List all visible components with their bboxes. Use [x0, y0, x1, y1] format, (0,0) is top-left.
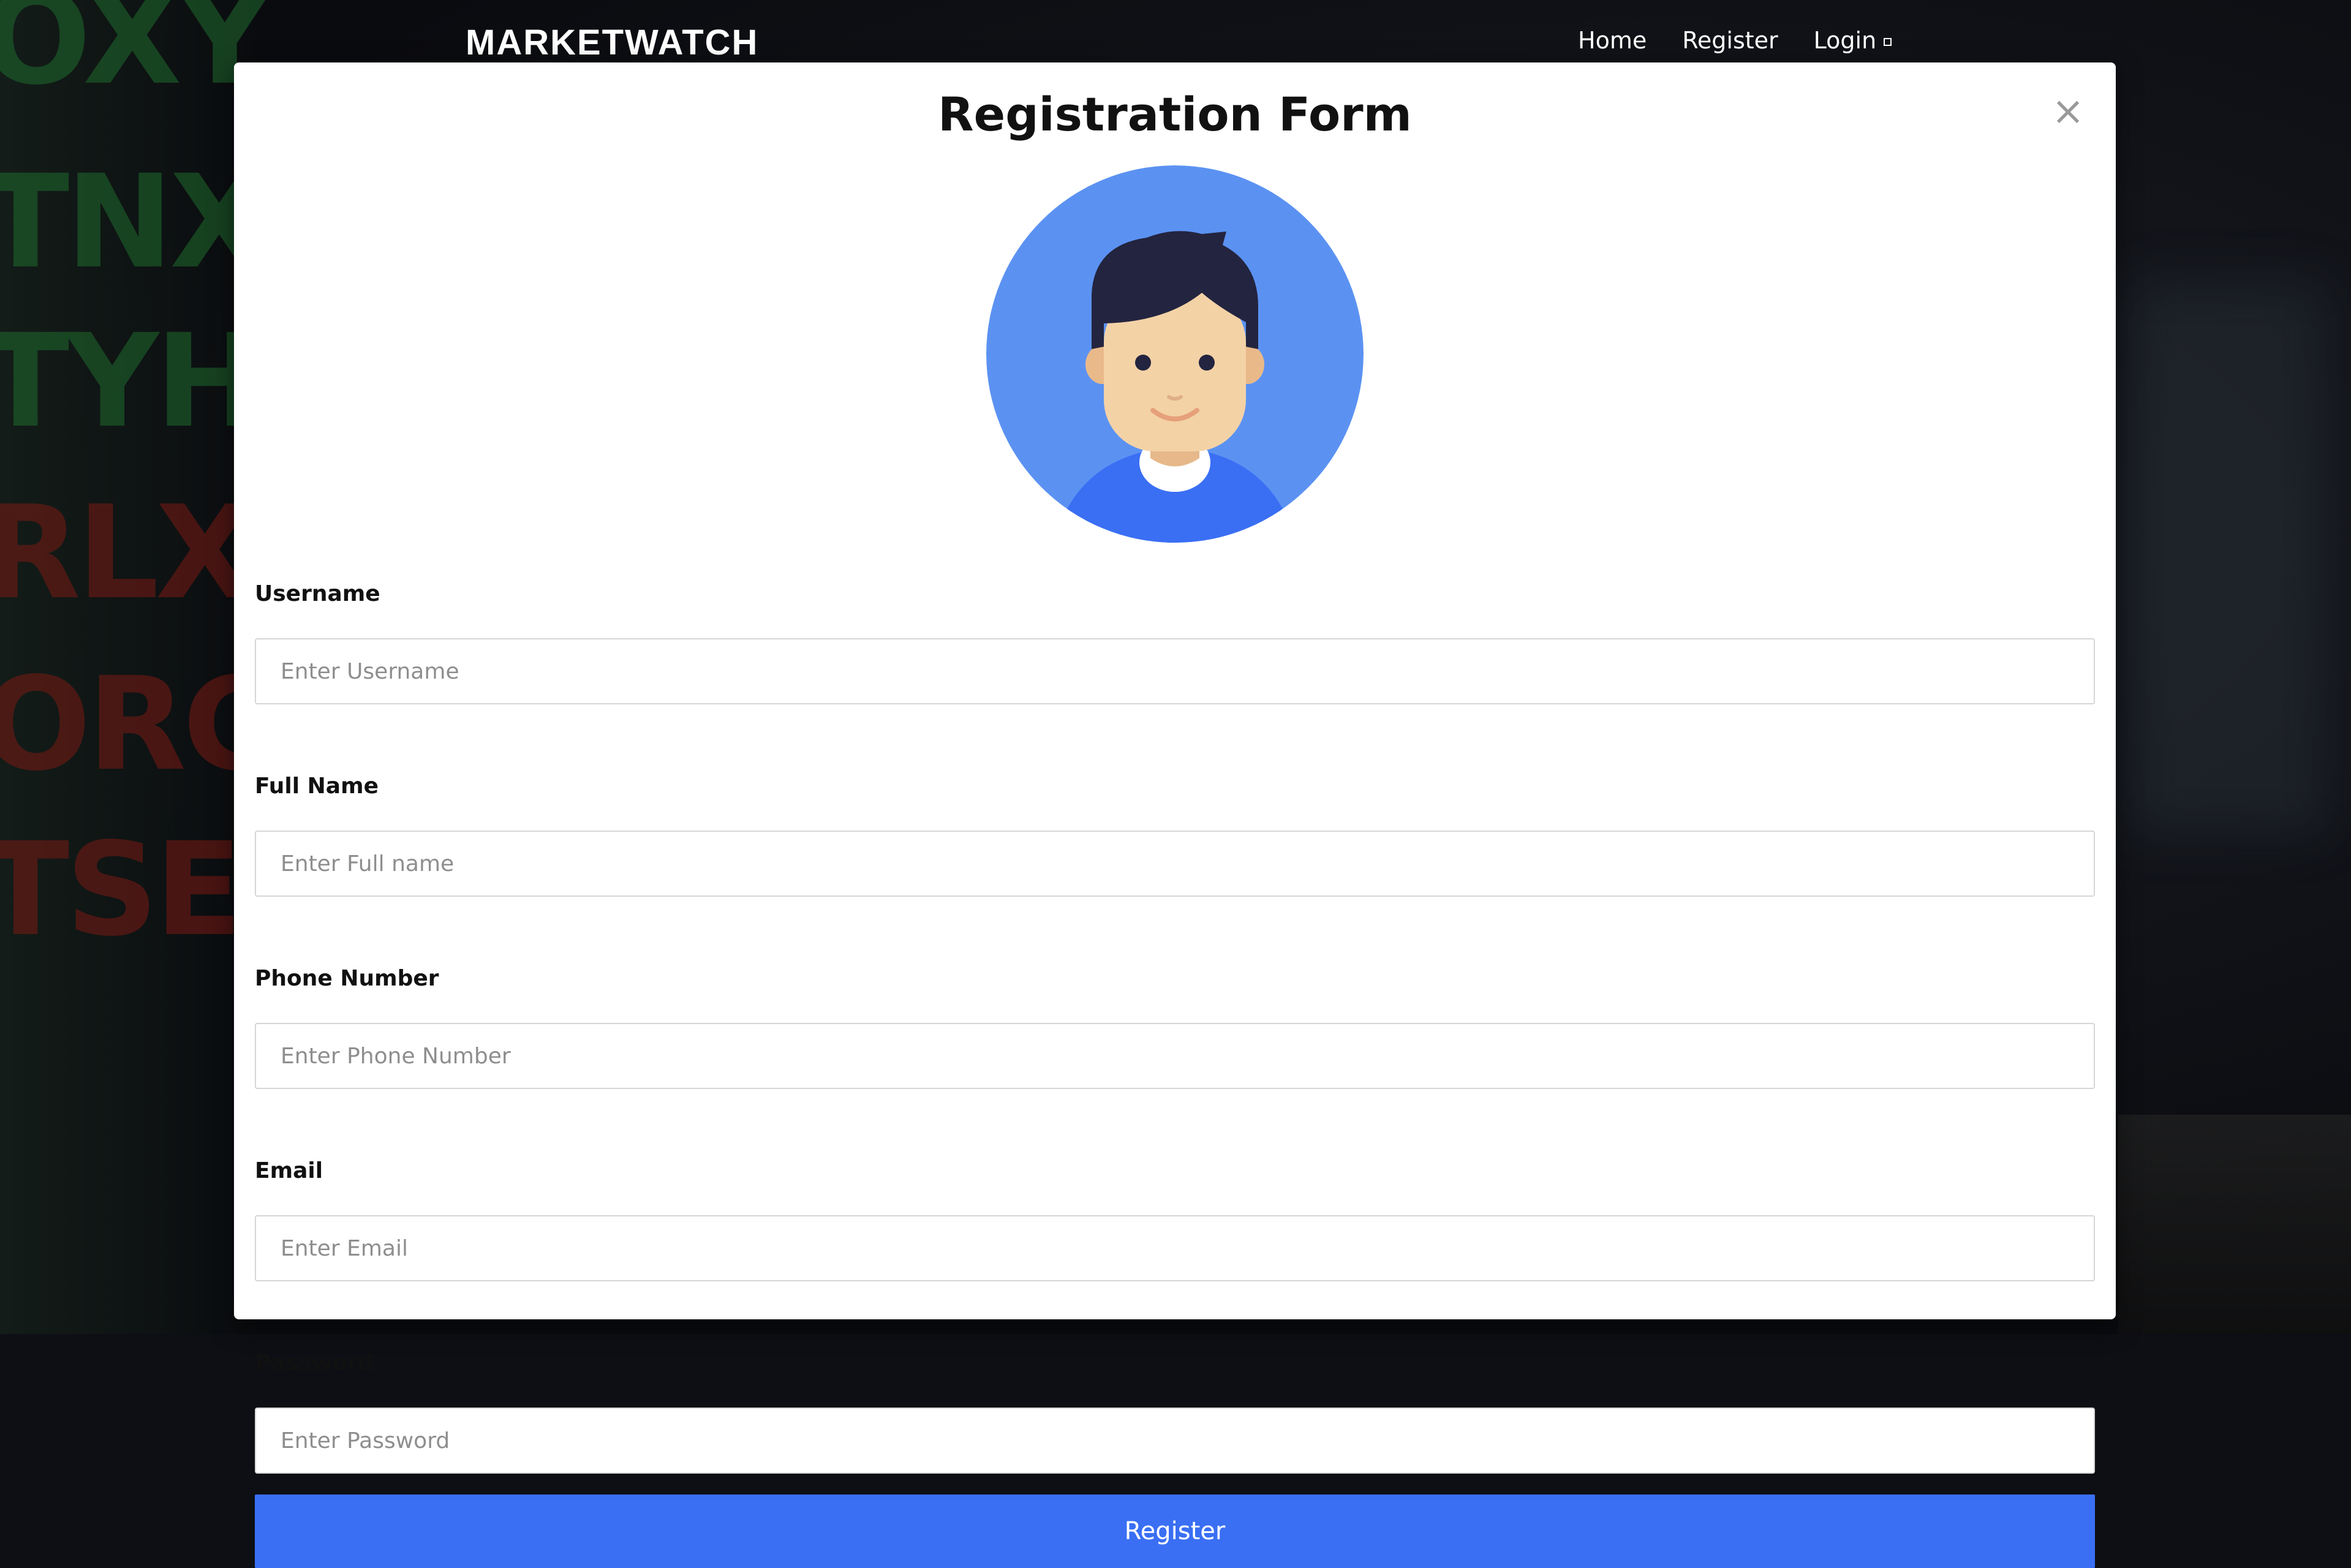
register-button[interactable]: Register [255, 1494, 2095, 1568]
top-nav: Home Register Login [1578, 27, 1892, 54]
email-input[interactable] [255, 1215, 2095, 1281]
background-ticker: OXY [0, 0, 271, 113]
registration-modal: Registration Form × Username Enter Usern… [234, 62, 2116, 1568]
dropdown-caret-icon [1884, 38, 1892, 46]
avatar-icon [986, 165, 1364, 543]
nav-register-link[interactable]: Register [1682, 27, 1778, 54]
modal-title: Registration Form [938, 87, 1412, 141]
username-input[interactable] [255, 638, 2095, 704]
nav-login-label: Login [1813, 27, 1877, 54]
background-ticker: TNX [0, 147, 269, 297]
background-ticker: TSE [0, 815, 243, 965]
password-input[interactable] [255, 1408, 2095, 1474]
brand-logo[interactable]: MARKETWATCH [466, 22, 758, 63]
phone-number-input[interactable] [255, 1023, 2095, 1089]
nav-home-link[interactable]: Home [1578, 27, 1647, 54]
username-label: Username [255, 581, 380, 606]
background-glow [2130, 282, 2326, 833]
full-name-input[interactable] [255, 831, 2095, 897]
phone-number-label: Phone Number [255, 966, 439, 991]
background-screen [2118, 1115, 2351, 1334]
close-icon[interactable]: × [2050, 89, 2086, 134]
password-label: Password [255, 1351, 374, 1376]
full-name-label: Full Name [255, 774, 379, 799]
background-ticker: TYH [0, 306, 263, 456]
registration-form: Username Full Name Phone Number Email Pa… [255, 572, 2095, 1568]
email-label: Email [255, 1158, 323, 1183]
nav-login-link[interactable]: Login [1814, 27, 1892, 54]
background-ticker: RLX [0, 478, 254, 628]
